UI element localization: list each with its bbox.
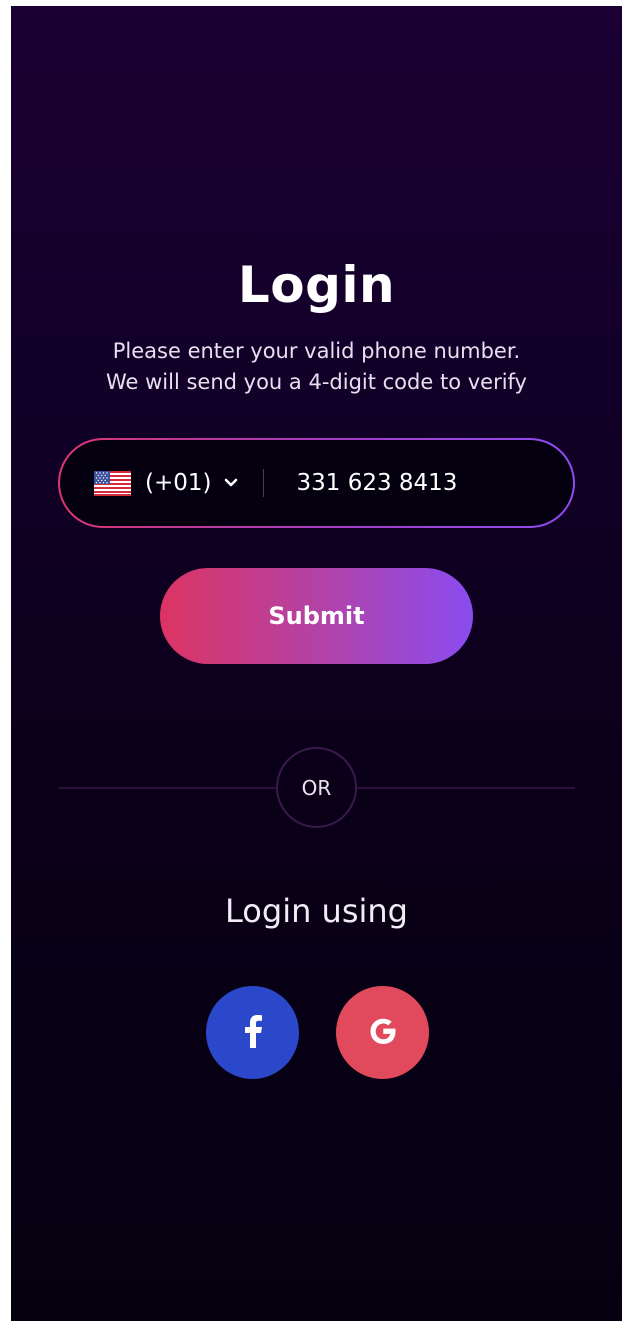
country-code[interactable]: (+01): [145, 470, 211, 496]
chevron-down-icon[interactable]: [221, 473, 241, 493]
login-screen: Login Please enter your valid phone numb…: [11, 6, 622, 1321]
google-icon: [365, 1013, 401, 1053]
divider-line-right: [357, 787, 575, 789]
facebook-login-button[interactable]: [206, 986, 299, 1079]
submit-button[interactable]: Submit: [160, 568, 473, 664]
social-login-heading: Login using: [225, 892, 408, 930]
instructions-line-1: Please enter your valid phone number.: [112, 339, 521, 363]
or-divider: OR: [276, 747, 357, 828]
phone-field: (+01): [58, 438, 575, 528]
instructions-text: Please enter your valid phone number. We…: [11, 336, 622, 398]
phone-number-input[interactable]: [296, 470, 517, 496]
phone-field-inner: (+01): [60, 440, 573, 526]
instructions-line-2: We will send you a 4-digit code to verif…: [106, 370, 527, 394]
facebook-icon: [243, 1014, 263, 1052]
us-flag-icon[interactable]: [94, 470, 131, 496]
divider-line-left: [58, 787, 276, 789]
google-login-button[interactable]: [336, 986, 429, 1079]
page-title: Login: [237, 256, 396, 314]
field-divider: [263, 469, 265, 497]
or-label: OR: [301, 775, 332, 800]
